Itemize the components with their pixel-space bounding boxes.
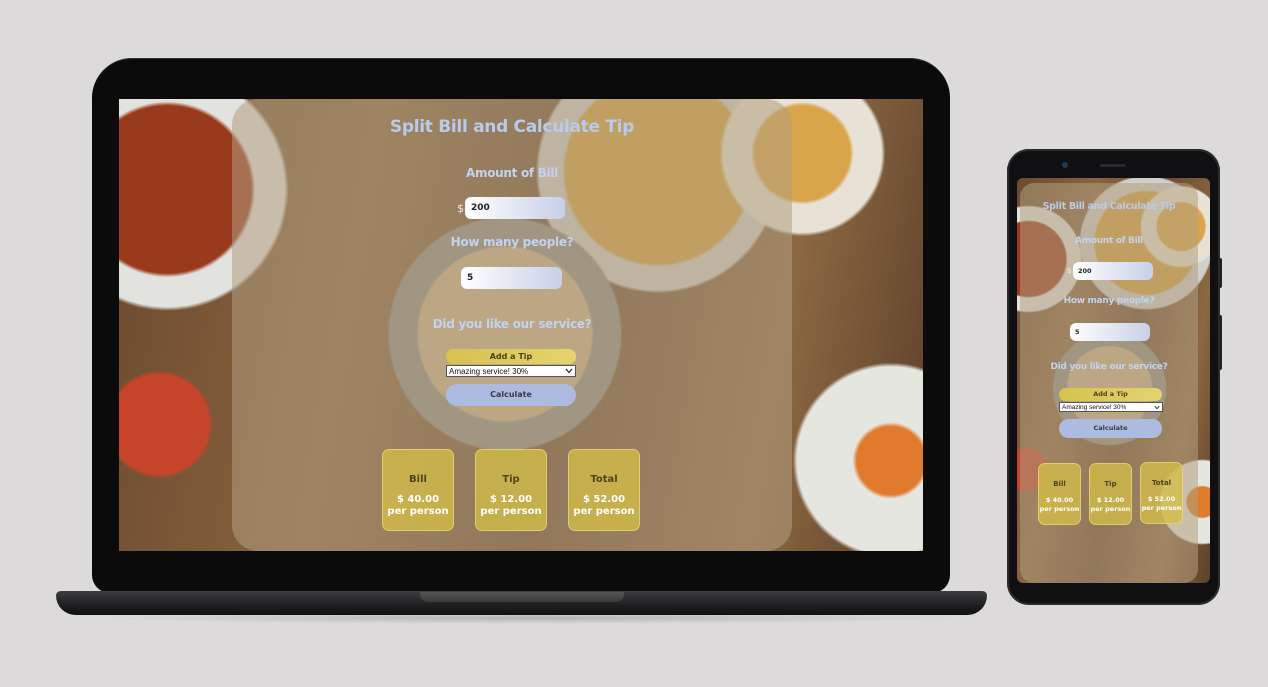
camera-icon xyxy=(1062,162,1068,168)
service-select[interactable]: Amazing service! 30% xyxy=(446,365,576,377)
result-unit: per person xyxy=(480,506,542,517)
result-unit: per person xyxy=(1090,505,1131,513)
phone-screen: Split Bill and Calculate Tip Amount of B… xyxy=(1017,178,1210,583)
service-label: Did you like our service? xyxy=(432,317,592,331)
laptop-hinge xyxy=(420,592,624,602)
phone-volume-button xyxy=(1219,315,1222,370)
page-title: Split Bill and Calculate Tip xyxy=(1042,201,1176,212)
result-title: Tip xyxy=(502,474,520,485)
result-card-bill: Bill $ 40.00 per person xyxy=(382,449,454,531)
result-title: Bill xyxy=(1053,480,1066,488)
people-input[interactable]: 5 xyxy=(461,267,562,289)
add-tip-button[interactable]: Add a Tip xyxy=(446,349,576,364)
bill-input[interactable]: 200 xyxy=(465,197,565,219)
service-select[interactable]: Amazing service! 30% xyxy=(1059,402,1163,412)
result-value: $ 12.00 xyxy=(1096,496,1125,504)
service-label: Did you like our service? xyxy=(1050,362,1168,372)
result-value: $ 52.00 xyxy=(1147,495,1176,503)
phone-power-button xyxy=(1219,258,1222,288)
service-select-value: Amazing service! 30% xyxy=(449,366,529,376)
calculate-button[interactable]: Calculate xyxy=(1059,419,1162,438)
currency-symbol: $ xyxy=(457,202,464,215)
result-unit: per person xyxy=(1039,505,1080,513)
bill-label: Amount of Bill xyxy=(466,166,558,180)
result-unit: per person xyxy=(387,506,449,517)
bill-label: Amount of Bill xyxy=(1075,236,1143,246)
result-card-total: Total $ 52.00 per person xyxy=(568,449,640,531)
result-value: $ 40.00 xyxy=(396,494,440,505)
page-title: Split Bill and Calculate Tip xyxy=(389,117,635,137)
result-title: Total xyxy=(1151,479,1172,487)
service-select-value: Amazing service! 30% xyxy=(1062,403,1127,411)
bill-input[interactable]: 200 xyxy=(1073,262,1153,280)
people-label: How many people? xyxy=(1063,296,1155,306)
result-title: Total xyxy=(590,474,618,485)
add-tip-button[interactable]: Add a Tip xyxy=(1059,388,1162,401)
people-label: How many people? xyxy=(450,235,574,249)
result-value: $ 12.00 xyxy=(489,494,533,505)
result-title: Bill xyxy=(409,474,427,485)
result-card-bill: Bill $ 40.00 per person xyxy=(1038,463,1081,525)
laptop-screen: Split Bill and Calculate Tip Amount of B… xyxy=(119,99,923,551)
result-card-tip: Tip $ 12.00 per person xyxy=(475,449,547,531)
result-unit: per person xyxy=(573,506,635,517)
result-value: $ 40.00 xyxy=(1045,496,1074,504)
result-unit: per person xyxy=(1141,504,1182,512)
people-input[interactable]: 5 xyxy=(1070,323,1150,341)
result-card-total: Total $ 52.00 per person xyxy=(1140,462,1183,524)
speaker-grille xyxy=(1100,164,1126,167)
chevron-down-icon xyxy=(565,366,573,376)
chevron-down-icon xyxy=(1154,403,1160,411)
result-value: $ 52.00 xyxy=(582,494,626,505)
result-title: Tip xyxy=(1104,480,1117,488)
result-card-tip: Tip $ 12.00 per person xyxy=(1089,463,1132,525)
calculate-button[interactable]: Calculate xyxy=(446,384,576,406)
app-panel: Split Bill and Calculate Tip Amount of B… xyxy=(1020,183,1198,583)
app-panel: Split Bill and Calculate Tip Amount of B… xyxy=(232,99,792,551)
currency-symbol: $ xyxy=(1067,267,1072,275)
